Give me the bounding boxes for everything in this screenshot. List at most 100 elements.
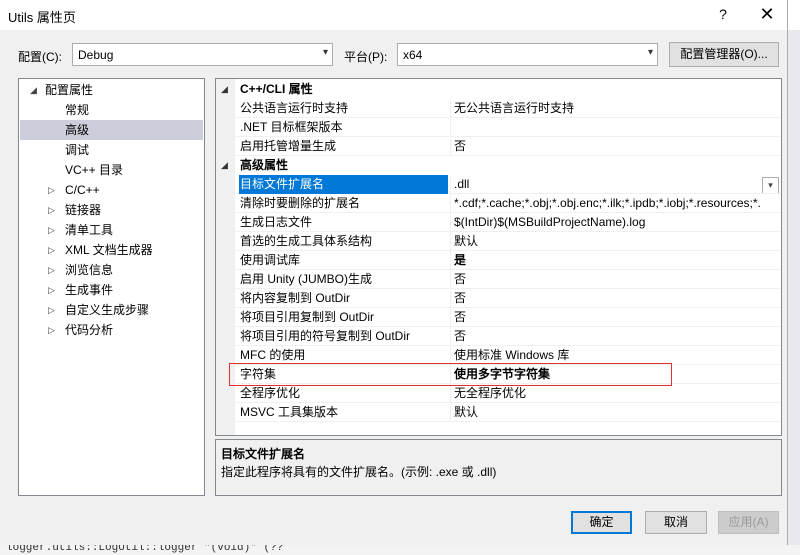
tree-item-label: 高级 [65, 123, 90, 137]
property-value[interactable]: 无公共语言运行时支持 [454, 99, 781, 118]
tree-item-label: 链接器 [65, 203, 102, 217]
background-window-bottom: logger.utils::LogUtil::logger "(void)" (… [0, 545, 800, 555]
platform-select[interactable]: x64 ▾ [397, 43, 658, 66]
property-row[interactable]: 目标文件扩展名 .dll [235, 175, 781, 194]
property-row[interactable]: 启用 Unity (JUMBO)生成 否 [235, 270, 781, 289]
property-value[interactable]: 默认 [454, 232, 781, 251]
tree-item[interactable]: ▷ 清单工具 [20, 220, 203, 240]
tree-item[interactable]: ▷ 浏览信息 [20, 260, 203, 280]
property-row[interactable]: 字符集 使用多字节字符集 [235, 365, 781, 384]
tree-item[interactable]: ▷ 链接器 [20, 200, 203, 220]
property-value[interactable]: 否 [454, 289, 781, 308]
column-divider [450, 403, 451, 422]
ok-button[interactable]: 确定 [571, 511, 632, 534]
tree-item[interactable]: 调试 [20, 140, 203, 160]
tree-item[interactable]: VC++ 目录 [20, 160, 203, 180]
tree-item[interactable]: ◢ 配置属性 [20, 80, 203, 100]
property-name: MFC 的使用 [240, 348, 306, 362]
property-row[interactable]: 启用托管增量生成 否 [235, 137, 781, 156]
property-tree[interactable]: ◢ 配置属性 常规 高级 调试 VC++ 目录 ▷ C/C++ ▷ 链接器 ▷ 清单工具 ▷ XML 文档… [18, 78, 205, 496]
collapsed-arrow-icon[interactable]: ▷ [48, 300, 55, 320]
property-value[interactable]: 是 [454, 251, 781, 270]
column-divider [450, 137, 451, 156]
column-divider [450, 365, 451, 384]
grid-section-header[interactable]: ◢ 高级属性 [216, 156, 781, 175]
grid-gutter [216, 79, 235, 435]
platform-label: 平台(P): [344, 50, 388, 64]
expanded-arrow-icon[interactable]: ◢ [221, 80, 228, 99]
collapsed-arrow-icon[interactable]: ▷ [48, 260, 55, 280]
expanded-arrow-icon[interactable]: ◢ [221, 156, 228, 175]
property-name: 全程序优化 [240, 386, 301, 400]
property-value[interactable]: .dll [454, 175, 781, 194]
chevron-down-icon: ▾ [322, 47, 328, 58]
window-title: Utils 属性页 [8, 10, 76, 25]
background-code-text: logger.utils::LogUtil::logger "(void)" (… [6, 545, 284, 554]
property-value[interactable]: 使用标准 Windows 库 [454, 346, 781, 365]
property-row[interactable]: MFC 的使用 使用标准 Windows 库 [235, 346, 781, 365]
property-value[interactable]: 否 [454, 327, 781, 346]
property-grid[interactable]: ▾ ◢ C++/CLI 属性 公共语言运行时支持 无公共语言运行时支持 .NET 目标框… [215, 78, 782, 436]
property-value[interactable]: $(IntDir)$(MSBuildProjectName).log [454, 213, 781, 232]
property-row[interactable]: 清除时要删除的扩展名 *.cdf;*.cache;*.obj;*.obj.enc;… [235, 194, 781, 213]
chevron-down-icon: ▾ [647, 47, 653, 58]
property-row[interactable]: 生成日志文件 $(IntDir)$(MSBuildProjectName).log [235, 213, 781, 232]
property-name: 生成日志文件 [240, 215, 313, 229]
cancel-button[interactable]: 取消 [645, 511, 707, 534]
collapsed-arrow-icon[interactable]: ▷ [48, 240, 55, 260]
tree-item[interactable]: ▷ 代码分析 [20, 320, 203, 340]
description-title: 目标文件扩展名 [221, 447, 306, 461]
collapsed-arrow-icon[interactable]: ▷ [48, 220, 55, 240]
property-row[interactable]: 将项目引用复制到 OutDir 否 [235, 308, 781, 327]
description-text: 指定此程序将具有的文件扩展名。(示例: .exe 或 .dll) [221, 465, 497, 479]
tree-item-label: 配置属性 [45, 83, 94, 97]
tree-item[interactable]: 高级 [20, 120, 203, 140]
property-row[interactable]: .NET 目标框架版本 [235, 118, 781, 137]
property-name: MSVC 工具集版本 [240, 405, 339, 419]
property-pages-dialog: Utils 属性页 ? ✕ 配置(C): Debug ▾ 平台(P): x64 … [0, 0, 788, 545]
grid-section-header[interactable]: ◢ C++/CLI 属性 [216, 80, 781, 99]
property-row[interactable]: 使用调试库 是 [235, 251, 781, 270]
expanded-arrow-icon[interactable]: ◢ [30, 80, 37, 100]
collapsed-arrow-icon[interactable]: ▷ [48, 200, 55, 220]
config-select[interactable]: Debug ▾ [72, 43, 333, 66]
tree-item-label: 生成事件 [65, 283, 114, 297]
background-window-right [787, 30, 800, 555]
property-row[interactable]: MSVC 工具集版本 默认 [235, 403, 781, 422]
column-divider [450, 346, 451, 365]
column-divider [450, 99, 451, 118]
property-row[interactable]: 公共语言运行时支持 无公共语言运行时支持 [235, 99, 781, 118]
tree-item-label: 调试 [65, 143, 90, 157]
close-button[interactable]: ✕ [752, 3, 782, 25]
column-divider [450, 213, 451, 232]
tree-item-label: 清单工具 [65, 223, 114, 237]
help-button[interactable]: ? [712, 3, 734, 25]
property-row[interactable]: 将内容复制到 OutDir 否 [235, 289, 781, 308]
apply-button[interactable]: 应用(A) [718, 511, 779, 534]
property-value[interactable]: 否 [454, 270, 781, 289]
tree-item[interactable]: 常规 [20, 100, 203, 120]
tree-item[interactable]: ▷ 生成事件 [20, 280, 203, 300]
tree-item[interactable]: ▷ XML 文档生成器 [20, 240, 203, 260]
property-value[interactable]: 否 [454, 308, 781, 327]
collapsed-arrow-icon[interactable]: ▷ [48, 180, 55, 200]
collapsed-arrow-icon[interactable]: ▷ [48, 280, 55, 300]
collapsed-arrow-icon[interactable]: ▷ [48, 320, 55, 340]
tree-item[interactable]: ▷ 自定义生成步骤 [20, 300, 203, 320]
column-divider [450, 175, 451, 194]
property-value[interactable]: 默认 [454, 403, 781, 422]
config-label: 配置(C): [18, 50, 62, 64]
property-row[interactable]: 全程序优化 无全程序优化 [235, 384, 781, 403]
tree-item[interactable]: ▷ C/C++ [20, 180, 203, 200]
column-divider [450, 194, 451, 213]
tree-item-label: 代码分析 [65, 323, 114, 337]
property-row[interactable]: 将项目引用的符号复制到 OutDir 否 [235, 327, 781, 346]
property-value[interactable]: 使用多字节字符集 [454, 365, 781, 384]
column-divider [450, 251, 451, 270]
property-row[interactable]: 首选的生成工具体系结构 默认 [235, 232, 781, 251]
property-value[interactable]: *.cdf;*.cache;*.obj;*.obj.enc;*.ilk;*.ip… [454, 194, 781, 213]
property-value[interactable]: 否 [454, 137, 781, 156]
config-manager-button[interactable]: 配置管理器(O)... [669, 42, 779, 67]
property-name: 将项目引用复制到 OutDir [240, 310, 375, 324]
property-value[interactable]: 无全程序优化 [454, 384, 781, 403]
